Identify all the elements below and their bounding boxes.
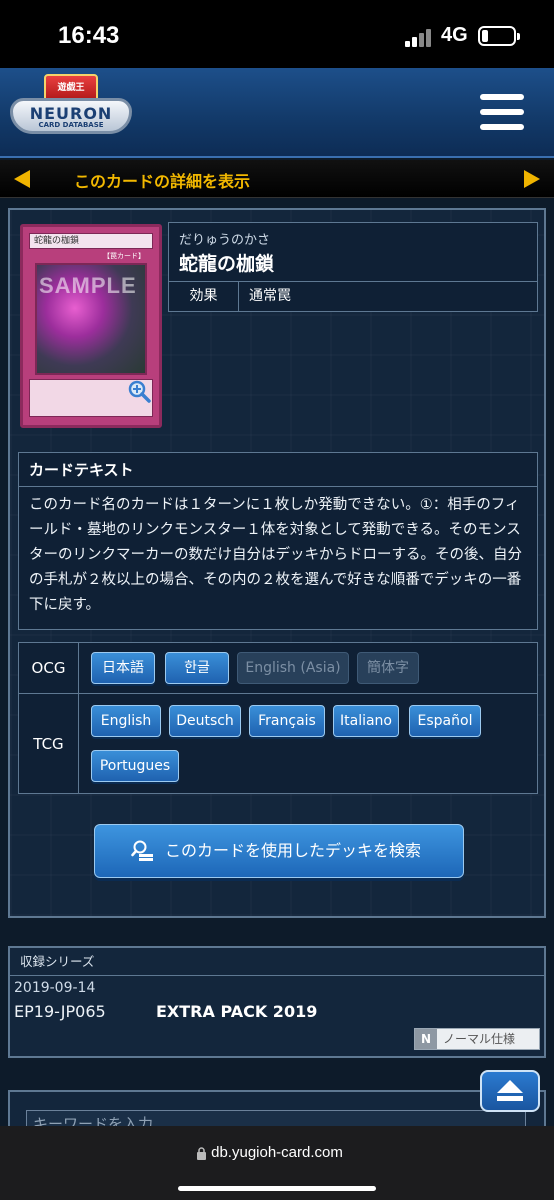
signal-icon	[405, 27, 435, 47]
keyword-search-section: キーワードを入力	[8, 1090, 546, 1132]
status-bar: 16:43 4G	[0, 0, 554, 68]
hamburger-menu-icon[interactable]	[478, 92, 526, 132]
sample-watermark: SAMPLE	[39, 273, 137, 298]
url-text: db.yugioh-card.com	[211, 1144, 343, 1161]
search-deck-icon	[131, 840, 153, 861]
series-heading: 収録シリーズ	[10, 948, 544, 976]
card-name: 蛇龍の枷鎖	[179, 253, 275, 275]
series-section: 収録シリーズ 2019-09-14 EP19-JP065 EXTRA PACK …	[8, 946, 546, 1058]
lang-button-english-asia: English (Asia)	[237, 652, 349, 684]
card-art-type: 【罠カード】	[103, 252, 145, 260]
page-title-bar: このカードの詳細を表示	[0, 160, 554, 198]
home-indicator[interactable]	[178, 1186, 376, 1191]
eject-up-icon	[497, 1080, 523, 1093]
language-table: OCG TCG 日本語 한글 English (Asia) 簡体字 Englis…	[18, 642, 538, 794]
card-art-name: 蛇龍の枷鎖	[29, 233, 153, 249]
tcg-label: TCG	[19, 694, 79, 794]
network-label: 4G	[441, 24, 468, 46]
lang-button-deutsch[interactable]: Deutsch	[169, 705, 241, 737]
lang-button-japanese[interactable]: 日本語	[91, 652, 155, 684]
lang-button-english[interactable]: English	[91, 705, 161, 737]
search-decks-label: このカードを使用したデッキを検索	[165, 841, 422, 860]
card-name-ruby: だりゅうのかさ	[179, 233, 271, 248]
zoom-icon[interactable]	[127, 379, 151, 403]
card-text-body: このカード名のカードは１ターンに１枚しか発動できない。①：相手のフィールド・墓地…	[29, 497, 522, 613]
effect-tag: 効果	[169, 282, 239, 311]
logo-sub-text: CARD DATABASE	[38, 121, 104, 129]
card-image[interactable]: 蛇龍の枷鎖 【罠カード】 SAMPLE	[20, 224, 162, 428]
search-decks-button[interactable]: このカードを使用したデッキを検索	[94, 824, 464, 878]
previous-arrow-icon[interactable]	[14, 170, 30, 188]
page-title: このカードの詳細を表示	[74, 172, 251, 191]
neuron-logo[interactable]: 遊戯王 NEURON CARD DATABASE	[10, 72, 132, 152]
ocg-label: OCG	[19, 643, 79, 693]
rarity-code: N	[415, 1029, 437, 1049]
status-time: 16:43	[58, 22, 120, 49]
lang-button-espanol[interactable]: Español	[409, 705, 481, 737]
rarity-label: ノーマル仕様	[443, 1032, 516, 1046]
lang-button-italiano[interactable]: Italiano	[333, 705, 399, 737]
battery-icon	[478, 26, 520, 46]
lang-button-portugues[interactable]: Portugues	[91, 750, 179, 782]
pack-name-link[interactable]: EXTRA PACK 2019	[156, 1002, 317, 1021]
card-type: 通常罠	[249, 288, 291, 304]
lang-button-simplified-chinese: 簡体字	[357, 652, 419, 684]
lang-button-francais[interactable]: Français	[249, 705, 325, 737]
next-arrow-icon[interactable]	[524, 170, 540, 188]
card-text-heading: カードテキスト	[19, 453, 537, 487]
card-text-section: カードテキスト このカード名のカードは１ターンに１枚しか発動できない。①：相手の…	[18, 452, 538, 630]
release-date: 2019-09-14	[14, 980, 96, 996]
card-name-box: だりゅうのかさ 蛇龍の枷鎖 効果 通常罠	[168, 222, 538, 312]
browser-address-bar[interactable]: db.yugioh-card.com	[0, 1126, 554, 1200]
rarity-badge: N ノーマル仕様	[414, 1028, 540, 1050]
lang-button-korean[interactable]: 한글	[165, 652, 229, 684]
logo-shield: NEURON CARD DATABASE	[10, 98, 132, 134]
card-detail-panel: 蛇龍の枷鎖 【罠カード】 SAMPLE だりゅうのかさ 蛇龍の枷鎖 効果 通常罠…	[8, 208, 546, 918]
card-number: EP19-JP065	[14, 1002, 106, 1021]
site-header: 遊戯王 NEURON CARD DATABASE	[0, 68, 554, 158]
scroll-to-top-button[interactable]	[480, 1070, 540, 1112]
